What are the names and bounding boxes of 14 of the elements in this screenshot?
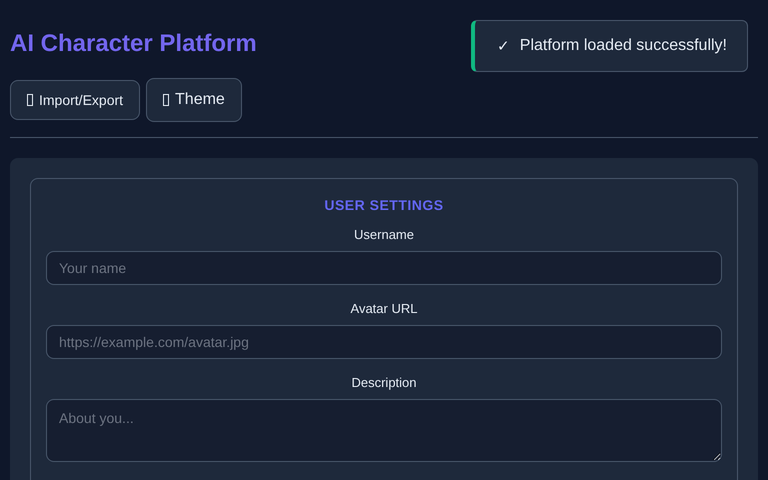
input-field[interactable]: https://example.com/avatar.jpg (46, 325, 722, 359)
toolbar-button[interactable]: Theme (146, 78, 242, 122)
toolbar-button[interactable]: Import/Export (10, 80, 140, 120)
field-label: Username (353, 227, 415, 242)
missing-glyph-icon (163, 94, 170, 106)
text-area[interactable]: About you... (46, 399, 722, 462)
missing-glyph-icon (27, 94, 33, 106)
check-icon: ✓ (496, 37, 510, 55)
section-title: USER SETTINGS (323, 197, 445, 213)
field-label: Avatar URL (350, 301, 418, 316)
app-title: AI Character Platform (10, 29, 257, 59)
input-field[interactable]: Your name (46, 251, 722, 285)
field-label: Description (350, 375, 418, 390)
toast-message: Platform loaded successfully! (520, 37, 727, 55)
